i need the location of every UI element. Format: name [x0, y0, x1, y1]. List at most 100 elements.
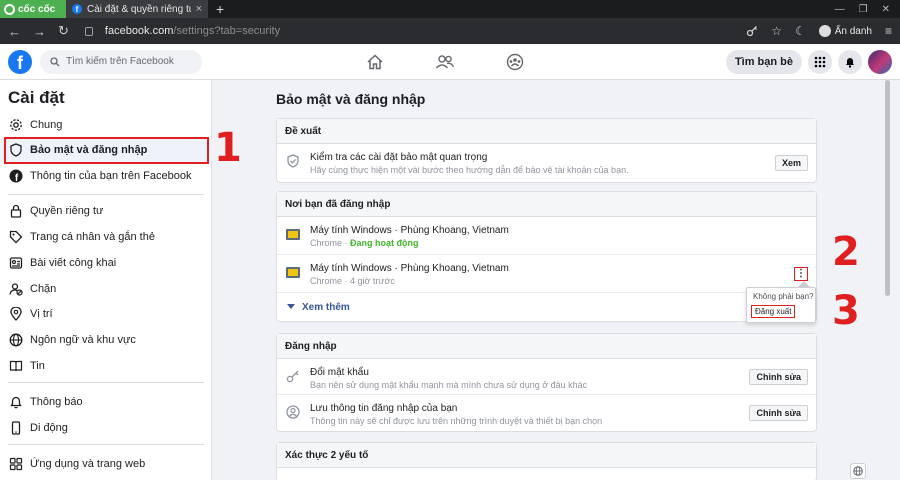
recommended-heading: Đề xuất: [277, 119, 816, 144]
sidebar-item-label: Ngôn ngữ và khu vực: [30, 334, 136, 346]
close-tab-icon[interactable]: ×: [196, 3, 202, 15]
sidebar-item-language-region[interactable]: Ngôn ngữ và khu vực: [0, 328, 212, 352]
sidebar-item-your-information[interactable]: f Thông tin của bạn trên Facebook: [0, 164, 212, 188]
forward-arrow-icon[interactable]: →: [33, 24, 46, 39]
shield-check-icon: [285, 153, 301, 169]
mobile-icon: [8, 420, 24, 436]
star-icon[interactable]: ☆: [771, 24, 782, 38]
header-actions: Tìm bạn bè: [725, 49, 892, 74]
page-scrollbar[interactable]: [883, 80, 892, 480]
security-checkup-title: Kiểm tra các cài đặt bảo mật quan trọng: [310, 152, 488, 163]
session-options-button[interactable]: ⋮: [794, 266, 808, 281]
url-field[interactable]: facebook.com/settings?tab=security: [105, 25, 280, 37]
url-path: /settings?tab=security: [173, 25, 281, 37]
change-password-text: Đổi mật khẩu Bạn nên sử dụng mật khẩu mạ…: [310, 366, 808, 391]
sidebar-divider: [8, 382, 204, 383]
sidebar-item-public-posts[interactable]: Bài viết công khai: [0, 251, 212, 275]
new-tab-button[interactable]: +: [208, 1, 232, 17]
sidebar-item-label: Chung: [30, 119, 63, 131]
triangle-down-icon: [287, 304, 295, 310]
notifications-bell-icon[interactable]: [838, 49, 862, 74]
book-icon: [8, 358, 24, 374]
session-browser: Chrome ·: [310, 276, 351, 286]
sidebar-item-blocking[interactable]: Chặn: [0, 277, 212, 301]
save-login-title: Lưu thông tin đăng nhập của bạn: [310, 403, 458, 414]
sidebar-item-notifications[interactable]: Thông báo: [0, 390, 212, 414]
globe-icon[interactable]: [850, 463, 866, 479]
find-friends-button[interactable]: Tìm bạn bè: [725, 49, 802, 74]
dark-mode-moon-icon[interactable]: ☾: [795, 24, 806, 38]
maximize-button[interactable]: ❐: [859, 4, 868, 15]
bell-icon: [8, 394, 24, 410]
secure-lock-icon[interactable]: [84, 26, 93, 36]
search-input[interactable]: Tìm kiếm trên Facebook: [40, 49, 202, 74]
globe-icon: [8, 332, 24, 348]
logout-button[interactable]: Đăng xuất: [751, 305, 796, 318]
block-icon: [8, 281, 24, 297]
save-login-row[interactable]: Lưu thông tin đăng nhập của bạn Thông ti…: [277, 395, 816, 431]
browser-brand[interactable]: cốc cốc: [0, 0, 66, 18]
session-active-status: Đang hoạt động: [350, 238, 419, 248]
sidebar-item-label: Chặn: [30, 283, 57, 295]
friends-icon[interactable]: [410, 44, 480, 80]
reload-icon[interactable]: ↻: [58, 23, 69, 39]
back-arrow-icon[interactable]: ←: [8, 24, 21, 39]
search-icon: [50, 56, 60, 66]
session-row[interactable]: Máy tính Windows · Phùng Khoang, Vietnam…: [277, 255, 816, 293]
save-login-text: Lưu thông tin đăng nhập của bạn Thông ti…: [310, 402, 808, 427]
close-window-button[interactable]: ✕: [882, 4, 890, 15]
scrollbar-thumb[interactable]: [885, 80, 890, 296]
desktop-computer-icon: [285, 226, 301, 242]
menu-grid-icon[interactable]: [808, 49, 832, 74]
sidebar-item-location[interactable]: Vị trí: [0, 302, 212, 326]
sidebar-divider: [8, 444, 204, 445]
where-logged-in-card: Nơi bạn đã đăng nhập Máy tính Windows · …: [276, 191, 817, 322]
security-checkup-text: Kiểm tra các cài đặt bảo mật quan trọng …: [310, 151, 808, 176]
sidebar-item-label: Ứng dụng và trang web: [30, 458, 146, 470]
view-button[interactable]: Xem: [774, 155, 808, 171]
avatar[interactable]: [868, 49, 892, 74]
groups-icon[interactable]: [480, 44, 550, 80]
recommended-card: Đề xuất Kiểm tra các cài đặt bảo mật qua…: [276, 118, 817, 183]
annotation-number-3: 3: [832, 288, 860, 334]
sidebar-divider: [8, 194, 204, 195]
sidebar-item-general[interactable]: Chung: [0, 113, 212, 137]
change-password-row[interactable]: Đổi mật khẩu Bạn nên sử dụng mật khẩu mạ…: [277, 359, 816, 395]
sidebar-item-privacy[interactable]: Quyền riêng tư: [0, 199, 212, 223]
key-icon[interactable]: [746, 25, 758, 37]
lock-icon: [8, 203, 24, 219]
search-placeholder: Tìm kiếm trên Facebook: [66, 56, 174, 67]
incognito-label: Ẩn danh: [834, 25, 872, 37]
session-last-active: 4 giờ trước: [350, 276, 395, 286]
annotation-number-1: 1: [214, 125, 242, 171]
browser-tab-strip: cốc cốc f Cài đặt & quyền riêng tư | Fa …: [0, 0, 900, 18]
edit-save-login-button[interactable]: Chỉnh sửa: [749, 405, 808, 421]
facebook-logo-icon[interactable]: f: [8, 49, 32, 74]
minimize-button[interactable]: —: [835, 4, 845, 15]
security-checkup-row[interactable]: Kiểm tra các cài đặt bảo mật quan trọng …: [277, 144, 816, 182]
sidebar-item-label: Tin: [30, 360, 45, 372]
see-more-link[interactable]: Xem thêm: [277, 293, 816, 321]
home-icon[interactable]: [340, 44, 410, 80]
user-circle-icon: [285, 404, 301, 420]
sidebar-item-mobile[interactable]: Di động: [0, 416, 212, 440]
where-logged-in-heading: Nơi bạn đã đăng nhập: [277, 192, 816, 217]
facebook-favicon-icon: f: [72, 4, 82, 14]
session-row[interactable]: Máy tính Windows · Phùng Khoang, Vietnam…: [277, 217, 816, 255]
facebook-header: f Tìm kiếm trên Facebook Tìm bạn bè: [0, 44, 900, 80]
change-password-title: Đổi mật khẩu: [310, 367, 369, 378]
edit-password-button[interactable]: Chỉnh sửa: [749, 368, 808, 385]
browser-menu-icon[interactable]: ≡: [885, 24, 892, 38]
sidebar-item-stories[interactable]: Tin: [0, 354, 212, 378]
facebook-icon: f: [8, 168, 24, 184]
session-text: Máy tính Windows · Phùng Khoang, Vietnam…: [310, 262, 808, 287]
sidebar-item-profile-tagging[interactable]: Trang cá nhân và gắn thẻ: [0, 225, 212, 249]
tag-icon: [8, 229, 24, 245]
browser-tab[interactable]: f Cài đặt & quyền riêng tư | Fa ×: [66, 0, 208, 18]
desktop-computer-icon: [285, 264, 301, 280]
not-you-text: Không phải bạn?: [753, 292, 814, 301]
login-heading: Đăng nhập: [277, 334, 816, 359]
incognito-indicator[interactable]: Ẩn danh: [818, 25, 872, 37]
sidebar-item-apps-websites[interactable]: Ứng dụng và trang web: [0, 452, 212, 476]
login-card: Đăng nhập Đổi mật khẩu Bạn nên sử dụng m…: [276, 333, 817, 432]
